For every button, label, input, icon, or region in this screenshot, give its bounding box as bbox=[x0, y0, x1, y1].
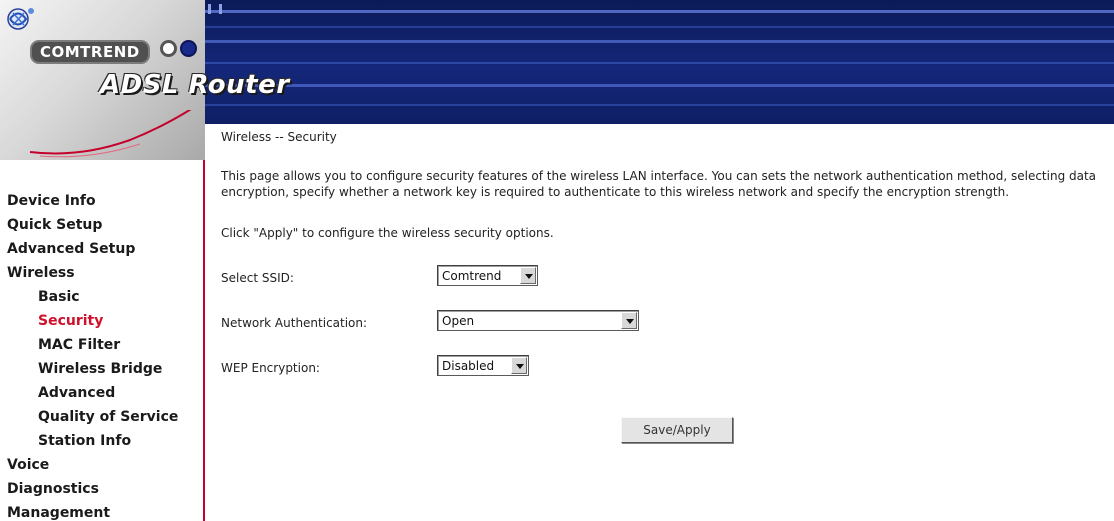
brand-logo-dots bbox=[160, 40, 208, 58]
sidebar-item-security[interactable]: Security bbox=[38, 313, 103, 329]
banner-stripe bbox=[195, 104, 1114, 106]
wep-encryption-select[interactable]: Disabled bbox=[437, 355, 529, 376]
page-description: This page allows you to configure securi… bbox=[221, 169, 1097, 199]
sidebar-item-wireless-bridge[interactable]: Wireless Bridge bbox=[38, 361, 162, 377]
logo-panel: COMTREND ADSL Router bbox=[0, 0, 289, 160]
sidebar-item-device-info[interactable]: Device Info bbox=[7, 193, 96, 209]
banner-ticks bbox=[208, 4, 222, 14]
ssid-label: Select SSID: bbox=[221, 271, 294, 285]
sidebar-item-advanced-setup[interactable]: Advanced Setup bbox=[7, 241, 135, 257]
sidebar-item-mac-filter[interactable]: MAC Filter bbox=[38, 337, 120, 353]
sidebar-nav: Device Info Quick Setup Advanced Setup W… bbox=[0, 160, 205, 521]
sidebar-item-advanced[interactable]: Advanced bbox=[38, 385, 115, 401]
chevron-down-icon[interactable] bbox=[520, 267, 536, 284]
sidebar-item-quick-setup[interactable]: Quick Setup bbox=[7, 217, 102, 233]
sidebar-item-station-info[interactable]: Station Info bbox=[38, 433, 131, 449]
ssid-select-value: Comtrend bbox=[442, 269, 502, 283]
wep-encryption-select-value: Disabled bbox=[442, 359, 495, 373]
sidebar-item-diagnostics[interactable]: Diagnostics bbox=[7, 481, 99, 497]
banner-stripe bbox=[195, 40, 1114, 43]
banner-stripe bbox=[195, 10, 1114, 13]
save-apply-button[interactable]: Save/Apply bbox=[621, 417, 733, 443]
apply-hint-text: Click "Apply" to configure the wireless … bbox=[221, 226, 554, 240]
product-title: ADSL Router bbox=[100, 70, 290, 100]
chevron-down-icon[interactable] bbox=[511, 357, 527, 374]
banner-stripe bbox=[195, 84, 1114, 87]
ssid-select[interactable]: Comtrend bbox=[437, 265, 538, 286]
sidebar-item-basic[interactable]: Basic bbox=[38, 289, 80, 305]
banner-stripe bbox=[195, 26, 1114, 28]
network-authentication-label: Network Authentication: bbox=[221, 316, 368, 330]
banner-stripe bbox=[195, 62, 1114, 64]
sidebar-item-voice[interactable]: Voice bbox=[7, 457, 49, 473]
logo-swirl-icon bbox=[7, 8, 34, 30]
page-title: Wireless -- Security bbox=[221, 130, 337, 144]
sidebar-item-wireless[interactable]: Wireless bbox=[7, 265, 75, 281]
sidebar-item-quality-of-service[interactable]: Quality of Service bbox=[38, 409, 178, 425]
network-authentication-select[interactable]: Open bbox=[437, 310, 639, 331]
network-authentication-select-value: Open bbox=[442, 314, 475, 328]
wep-encryption-label: WEP Encryption: bbox=[221, 361, 320, 375]
brand-logo-text: COMTREND bbox=[30, 40, 150, 64]
chevron-down-icon[interactable] bbox=[621, 312, 637, 329]
header-swoosh bbox=[29, 110, 192, 158]
sidebar-item-management[interactable]: Management bbox=[7, 505, 110, 521]
